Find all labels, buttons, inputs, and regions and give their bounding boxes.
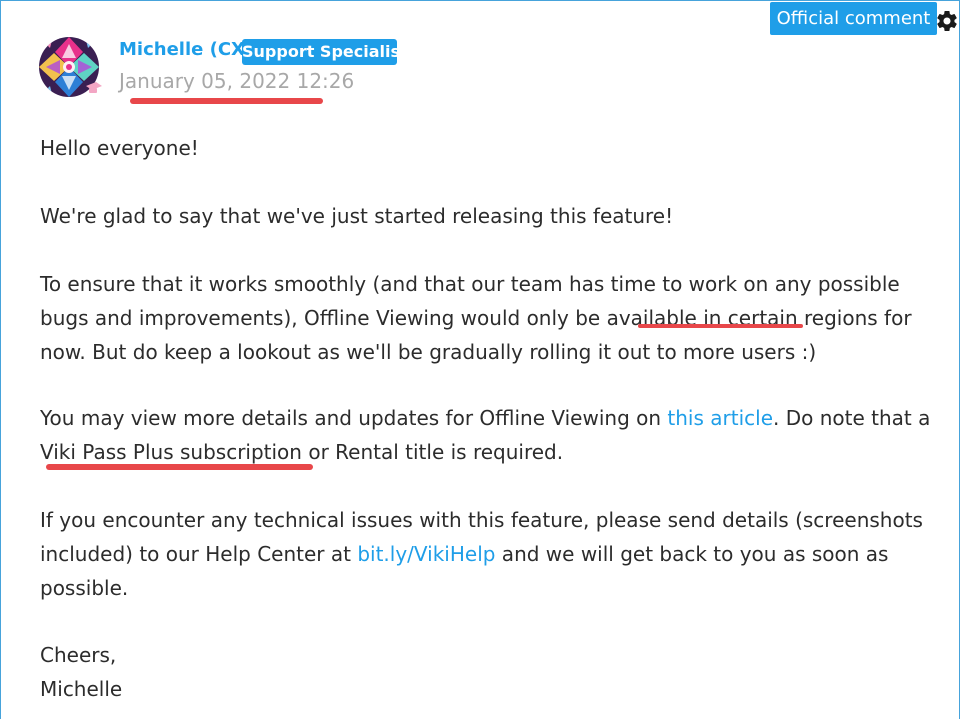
article-text-start: You may view more details and updates fo… xyxy=(40,406,668,430)
help-center-link[interactable]: bit.ly/VikiHelp xyxy=(357,542,495,566)
this-article-link[interactable]: this article xyxy=(667,406,773,430)
timestamp-underline-mark xyxy=(130,98,323,104)
role-badge: Support Specialist xyxy=(242,39,408,65)
comment-card: Official comment Michelle (CX) Support S… xyxy=(0,0,960,719)
avatar[interactable] xyxy=(38,36,102,100)
gear-icon[interactable] xyxy=(935,9,959,33)
article-text-end: or Rental title is required. xyxy=(301,440,564,464)
comment-timestamp[interactable]: January 05, 2022 12:26 xyxy=(119,69,354,93)
paragraph-release: We're glad to say that we've just starte… xyxy=(40,204,674,228)
author-name[interactable]: Michelle (CX) xyxy=(119,39,253,60)
greeting-text: Hello everyone! xyxy=(40,136,199,160)
official-comment-badge: Official comment xyxy=(770,2,937,35)
paragraph-help: If you encounter any technical issues wi… xyxy=(40,503,952,605)
signoff-text: Cheers, xyxy=(40,643,117,667)
signature-text: Michelle xyxy=(40,677,123,701)
regions-underline-mark xyxy=(638,324,803,328)
paragraph-article: You may view more details and updates fo… xyxy=(40,401,952,469)
subscription-underline-mark xyxy=(46,464,313,470)
subscription-highlight: Viki Pass Plus subscription xyxy=(40,440,302,464)
article-text-mid: . Do note that a xyxy=(773,406,931,430)
paragraph-regions: To ensure that it works smoothly (and th… xyxy=(40,267,952,369)
